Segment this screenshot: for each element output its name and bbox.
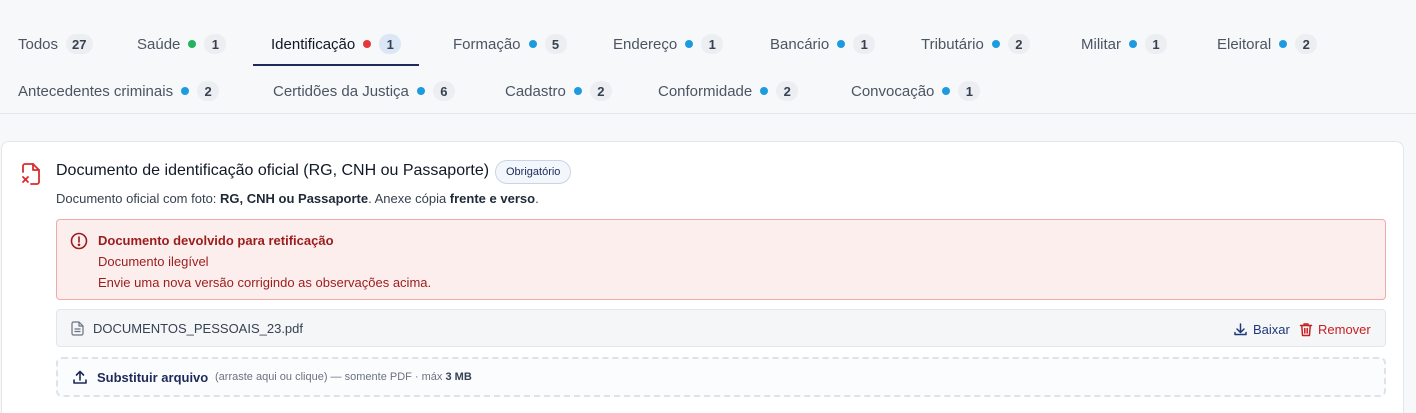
status-dot <box>363 40 372 48</box>
desc-mid: . Anexe cópia <box>368 191 450 206</box>
tab-count: 2 <box>197 81 220 101</box>
tab-label: Todos <box>18 35 59 53</box>
tab-label: Conformidade <box>658 82 753 100</box>
tab-label: Militar <box>1081 35 1121 53</box>
tab-eleitoral[interactable]: Eleitoral 2 <box>1217 24 1318 64</box>
category-tabs: Todos 27 Saúde 1 Identificação 1 Formaçã… <box>0 0 1416 114</box>
file-x-icon <box>20 162 42 186</box>
tab-convocacao[interactable]: Convocação 1 <box>851 71 981 111</box>
desc-bold-sides: frente e verso <box>449 191 536 206</box>
tab-todos[interactable]: Todos 27 <box>18 24 93 64</box>
download-button[interactable]: Baixar <box>1233 319 1290 339</box>
tab-antecedentes-criminais[interactable]: Antecedentes criminais 2 <box>18 71 220 111</box>
tab-count: 5 <box>544 34 567 54</box>
tab-count: 6 <box>432 81 455 101</box>
status-dot <box>942 87 951 95</box>
tab-count: 1 <box>701 34 724 54</box>
status-dot <box>1279 40 1288 48</box>
alert-circle-icon <box>70 232 88 250</box>
document-description: Documento oficial com foto: RG, CNH ou P… <box>56 191 539 206</box>
status-dot <box>528 40 537 48</box>
tab-label: Cadastro <box>505 82 566 100</box>
download-label: Baixar <box>1253 321 1290 337</box>
download-icon <box>1234 322 1247 335</box>
status-dot <box>760 87 769 95</box>
tab-cadastro[interactable]: Cadastro 2 <box>505 71 612 111</box>
upload-max-size: 3 MB <box>445 371 472 383</box>
tab-label: Convocação <box>851 82 935 100</box>
status-dot <box>991 40 1000 48</box>
tab-militar[interactable]: Militar 1 <box>1081 24 1167 64</box>
alert-reason: Documento ilegível <box>98 254 209 269</box>
tab-label: Identificação <box>271 35 356 53</box>
alert-title: Documento devolvido para retificação <box>98 233 334 248</box>
status-dot <box>837 40 846 48</box>
status-dot <box>416 87 425 95</box>
tab-bancario[interactable]: Bancário 1 <box>770 24 876 64</box>
document-card: Documento de identificação oficial (RG, … <box>1 141 1404 413</box>
status-dot <box>188 40 197 48</box>
upload-icon <box>72 369 88 385</box>
status-dot <box>685 40 694 48</box>
tab-label: Tributário <box>921 35 984 53</box>
tab-saude[interactable]: Saúde 1 <box>137 24 227 64</box>
tab-endereco[interactable]: Endereço 1 <box>613 24 724 64</box>
tab-label: Bancário <box>770 35 830 53</box>
upload-hint: (arraste aqui ou clique) — somente PDF ·… <box>215 371 472 383</box>
tab-label: Antecedentes criminais <box>18 82 174 100</box>
file-name: DOCUMENTOS_PESSOAIS_23.pdf <box>93 321 304 336</box>
trash-icon <box>1299 322 1313 336</box>
tab-label: Endereço <box>613 35 678 53</box>
tab-certidoes-da-justica[interactable]: Certidões da Justiça 6 <box>273 71 455 111</box>
status-dot <box>573 87 582 95</box>
tab-count: 1 <box>204 34 227 54</box>
tab-identificacao[interactable]: Identificação 1 <box>252 24 420 66</box>
desc-suffix: . <box>535 191 539 206</box>
replace-file-dropzone[interactable]: Substituir arquivo (arraste aqui ou cliq… <box>56 357 1386 397</box>
remove-label: Remover <box>1318 321 1371 337</box>
tab-label: Eleitoral <box>1217 35 1272 53</box>
tab-conformidade[interactable]: Conformidade 2 <box>658 71 799 111</box>
status-dot <box>1129 40 1137 48</box>
upload-hint-text: (arraste aqui ou clique) — somente PDF ·… <box>215 371 446 383</box>
tab-count: 2 <box>589 81 612 101</box>
tab-tributario[interactable]: Tributário 2 <box>921 24 1030 64</box>
tab-label: Formação <box>453 35 521 53</box>
required-badge: Obrigatório <box>495 160 572 184</box>
tab-count: 27 <box>66 34 93 54</box>
replace-file-label: Substituir arquivo <box>97 370 209 385</box>
alert-instruction: Envie uma nova versão corrigindo as obse… <box>98 275 432 290</box>
desc-prefix: Documento oficial com foto: <box>56 191 221 206</box>
tab-count: 2 <box>1295 34 1318 54</box>
document-title: Documento de identificação oficial (RG, … <box>56 162 490 179</box>
remove-button[interactable]: Remover <box>1299 319 1371 339</box>
status-dot <box>181 87 190 95</box>
rejection-alert: Documento devolvido para retificação Doc… <box>56 219 1386 300</box>
desc-bold-types: RG, CNH ou Passaporte <box>220 191 369 206</box>
tab-count: 1 <box>958 81 981 101</box>
tab-label: Saúde <box>137 35 181 53</box>
tab-label: Certidões da Justiça <box>273 82 409 100</box>
tab-count: 2 <box>776 81 799 101</box>
tab-formacao[interactable]: Formação 5 <box>453 24 567 64</box>
tab-count: 2 <box>1007 34 1030 54</box>
file-text-icon <box>71 321 84 336</box>
attached-file-row: DOCUMENTOS_PESSOAIS_23.pdf Baixar Remove… <box>56 309 1386 347</box>
tab-count: 1 <box>853 34 876 54</box>
tab-count: 1 <box>379 34 402 54</box>
tab-count: 1 <box>1145 34 1167 54</box>
